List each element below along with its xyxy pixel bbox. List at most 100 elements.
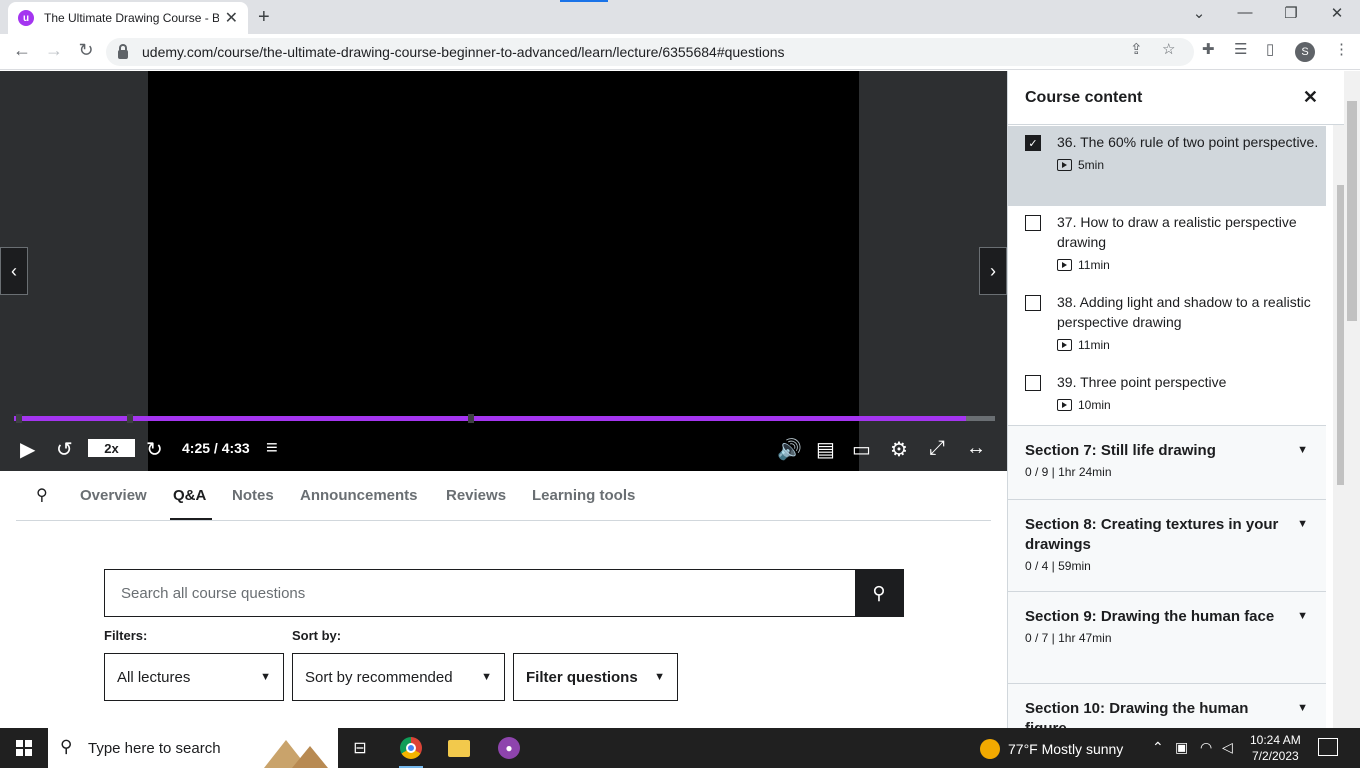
filters-label: Filters: (104, 628, 148, 643)
fullscreen-icon[interactable]: ⤢ (929, 437, 945, 460)
section-header[interactable]: Section 9: Drawing the human face 0 / 7 … (1008, 591, 1326, 683)
section-title: Section 8: Creating textures in your dra… (1025, 516, 1279, 553)
captions-icon[interactable]: ▭ (852, 437, 871, 462)
section-header[interactable]: Section 7: Still life drawing 0 / 9 | 1h… (1008, 425, 1326, 499)
tab-reviews[interactable]: Reviews (446, 487, 506, 504)
wifi-icon[interactable]: ◠ (1200, 739, 1212, 756)
lecture-item[interactable]: 38. Adding light and shadow to a realist… (1008, 286, 1326, 366)
search-icon[interactable]: ⚲ (36, 485, 48, 505)
forward-arrow-icon[interactable]: → (42, 40, 66, 61)
windows-taskbar: ⚲ Type here to search ⊟ ● 77°F Mostly su… (0, 728, 1360, 768)
sort-dropdown[interactable]: Sort by recommended ▼ (292, 653, 505, 701)
lecture-checkbox[interactable]: ✓ (1025, 135, 1041, 151)
lecture-title: 39. Three point perspective (1057, 374, 1227, 390)
lecture-checkbox[interactable] (1025, 375, 1041, 391)
progress-marker (16, 414, 22, 423)
meet-now-icon[interactable]: ▣ (1175, 739, 1188, 756)
progress-marker (127, 414, 133, 423)
taskbar-search[interactable]: ⚲ Type here to search (48, 728, 338, 768)
lecture-title: 37. How to draw a realistic perspective … (1057, 214, 1297, 250)
address-bar[interactable]: udemy.com/course/the-ultimate-drawing-co… (106, 38, 1194, 66)
close-window-icon[interactable]: ✕ (1314, 4, 1360, 22)
media-queue-icon[interactable]: ☰ (1234, 40, 1247, 58)
new-tab-icon[interactable]: + (258, 6, 270, 29)
chevron-down-icon: ▼ (481, 671, 492, 683)
lecture-item[interactable]: 39. Three point perspective 10min (1008, 366, 1326, 426)
file-explorer-icon[interactable] (435, 728, 483, 768)
active-tab-underline (170, 518, 212, 520)
browser-tab[interactable]: u The Ultimate Drawing Course - B ✕ (8, 2, 248, 34)
clock-date: 7/2/2023 (1251, 749, 1299, 763)
share-icon[interactable]: ⇪ (1130, 40, 1143, 58)
section-title: Section 10: Drawing the human figure (1025, 700, 1249, 728)
profile-avatar[interactable]: S (1295, 42, 1315, 62)
extensions-puzzle-icon[interactable]: ✚ (1202, 40, 1215, 58)
tab-search-chevron-icon[interactable]: ⌄ (1176, 4, 1222, 22)
next-lecture-icon[interactable]: › (979, 247, 1007, 295)
restore-icon[interactable]: ❐ (1268, 4, 1314, 22)
tray-chevron-up-icon[interactable]: ⌃ (1152, 739, 1164, 756)
browser-toolbar: ← → ↻ udemy.com/course/the-ultimate-draw… (0, 34, 1360, 70)
close-icon[interactable]: ✕ (1303, 87, 1318, 108)
playback-speed-button[interactable]: 2x (88, 439, 135, 457)
tab-learning-tools[interactable]: Learning tools (532, 487, 635, 504)
video-controls: ▶ ↺ 2x ↻ 4:25 / 4:33 ≡ 🔊 ▤ ▭ ⚙ ⤢ ↔ (0, 431, 1007, 467)
reload-icon[interactable]: ↻ (74, 40, 98, 61)
minimize-icon[interactable]: — (1222, 4, 1268, 21)
filter-questions-dropdown[interactable]: Filter questions ▼ (513, 653, 678, 701)
lecture-checkbox[interactable] (1025, 295, 1041, 311)
add-note-icon[interactable]: ≡ (266, 437, 278, 460)
transcript-icon[interactable]: ▤ (816, 437, 835, 462)
video-frame[interactable] (148, 71, 859, 471)
section-header[interactable]: Section 10: Drawing the human figure ▼ (1008, 683, 1326, 728)
weather-widget[interactable]: 77°F Mostly sunny (980, 739, 1123, 759)
notifications-icon[interactable] (1318, 738, 1338, 756)
sunny-weather-icon (980, 739, 1000, 759)
forward-icon[interactable]: ↻ (146, 437, 163, 462)
clock-time: 10:24 AM (1250, 733, 1301, 747)
lecture-duration: 11min (1078, 338, 1110, 352)
section-header[interactable]: Section 8: Creating textures in your dra… (1008, 499, 1326, 591)
volume-icon[interactable]: 🔊 (777, 437, 802, 462)
section-meta: 0 / 4 | 59min (1025, 559, 1091, 573)
lecture-checkbox[interactable] (1025, 215, 1041, 231)
tab-close-icon[interactable]: ✕ (225, 8, 238, 28)
play-icon[interactable]: ▶ (20, 437, 35, 462)
tab-announcements[interactable]: Announcements (300, 487, 418, 504)
rewind-icon[interactable]: ↺ (56, 437, 73, 462)
bookmark-star-icon[interactable]: ☆ (1162, 40, 1175, 58)
tab-overview[interactable]: Overview (80, 487, 147, 504)
github-desktop-icon[interactable]: ● (485, 728, 533, 768)
side-panel-icon[interactable]: ▯ (1266, 40, 1274, 58)
tab-notes[interactable]: Notes (232, 487, 274, 504)
chrome-icon[interactable] (387, 728, 435, 768)
section-title: Section 7: Still life drawing (1025, 442, 1216, 459)
settings-gear-icon[interactable]: ⚙ (890, 437, 908, 462)
qa-search-input[interactable] (105, 570, 855, 616)
lecture-duration: 10min (1078, 398, 1111, 412)
speaker-icon[interactable]: ◁ (1222, 739, 1233, 756)
lecture-filter-dropdown[interactable]: All lectures ▼ (104, 653, 284, 701)
video-player[interactable]: ‹ › ▶ ↺ 2x ↻ 4:25 / 4:33 ≡ 🔊 ▤ ▭ ⚙ ⤢ ↔ (0, 71, 1007, 471)
chevron-down-icon: ▼ (1297, 444, 1308, 456)
qa-search-button[interactable]: ⚲ (855, 570, 903, 616)
browser-menu-icon[interactable]: ⋮ (1334, 40, 1349, 58)
video-icon (1057, 159, 1072, 171)
video-progress-bar[interactable] (14, 414, 995, 423)
previous-lecture-icon[interactable]: ‹ (0, 247, 28, 295)
page-scrollbar[interactable] (1344, 71, 1360, 728)
tab-qa[interactable]: Q&A (173, 487, 206, 504)
loading-indicator (560, 0, 608, 2)
expand-width-icon[interactable]: ↔ (966, 437, 986, 460)
scrollbar-thumb[interactable] (1347, 101, 1357, 321)
chevron-down-icon: ▼ (1297, 518, 1308, 530)
taskbar-clock[interactable]: 10:24 AM 7/2/2023 (1250, 732, 1301, 764)
lecture-item[interactable]: 37. How to draw a realistic perspective … (1008, 206, 1326, 286)
task-view-icon[interactable]: ⊟ (336, 728, 384, 768)
back-arrow-icon[interactable]: ← (10, 40, 34, 61)
windows-start-icon[interactable] (16, 740, 32, 756)
video-icon (1057, 399, 1072, 411)
sidebar-header: Course content ✕ (1008, 71, 1351, 125)
video-icon (1057, 339, 1072, 351)
lecture-item[interactable]: ✓ 36. The 60% rule of two point perspect… (1008, 126, 1326, 206)
